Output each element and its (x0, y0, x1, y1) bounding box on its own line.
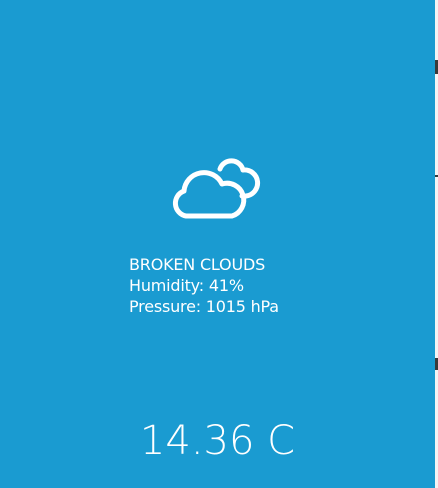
temperature-value: 14.36 C (139, 418, 296, 464)
weather-details: BROKEN CLOUDS Humidity: 41% Pressure: 10… (129, 254, 279, 317)
weather-card: BROKEN CLOUDS Humidity: 41% Pressure: 10… (0, 0, 435, 488)
pressure-text: Pressure: 1015 hPa (129, 297, 279, 316)
broken-clouds-icon (168, 156, 268, 226)
humidity-text: Humidity: 41% (129, 276, 244, 295)
weather-description: BROKEN CLOUDS (129, 255, 266, 274)
